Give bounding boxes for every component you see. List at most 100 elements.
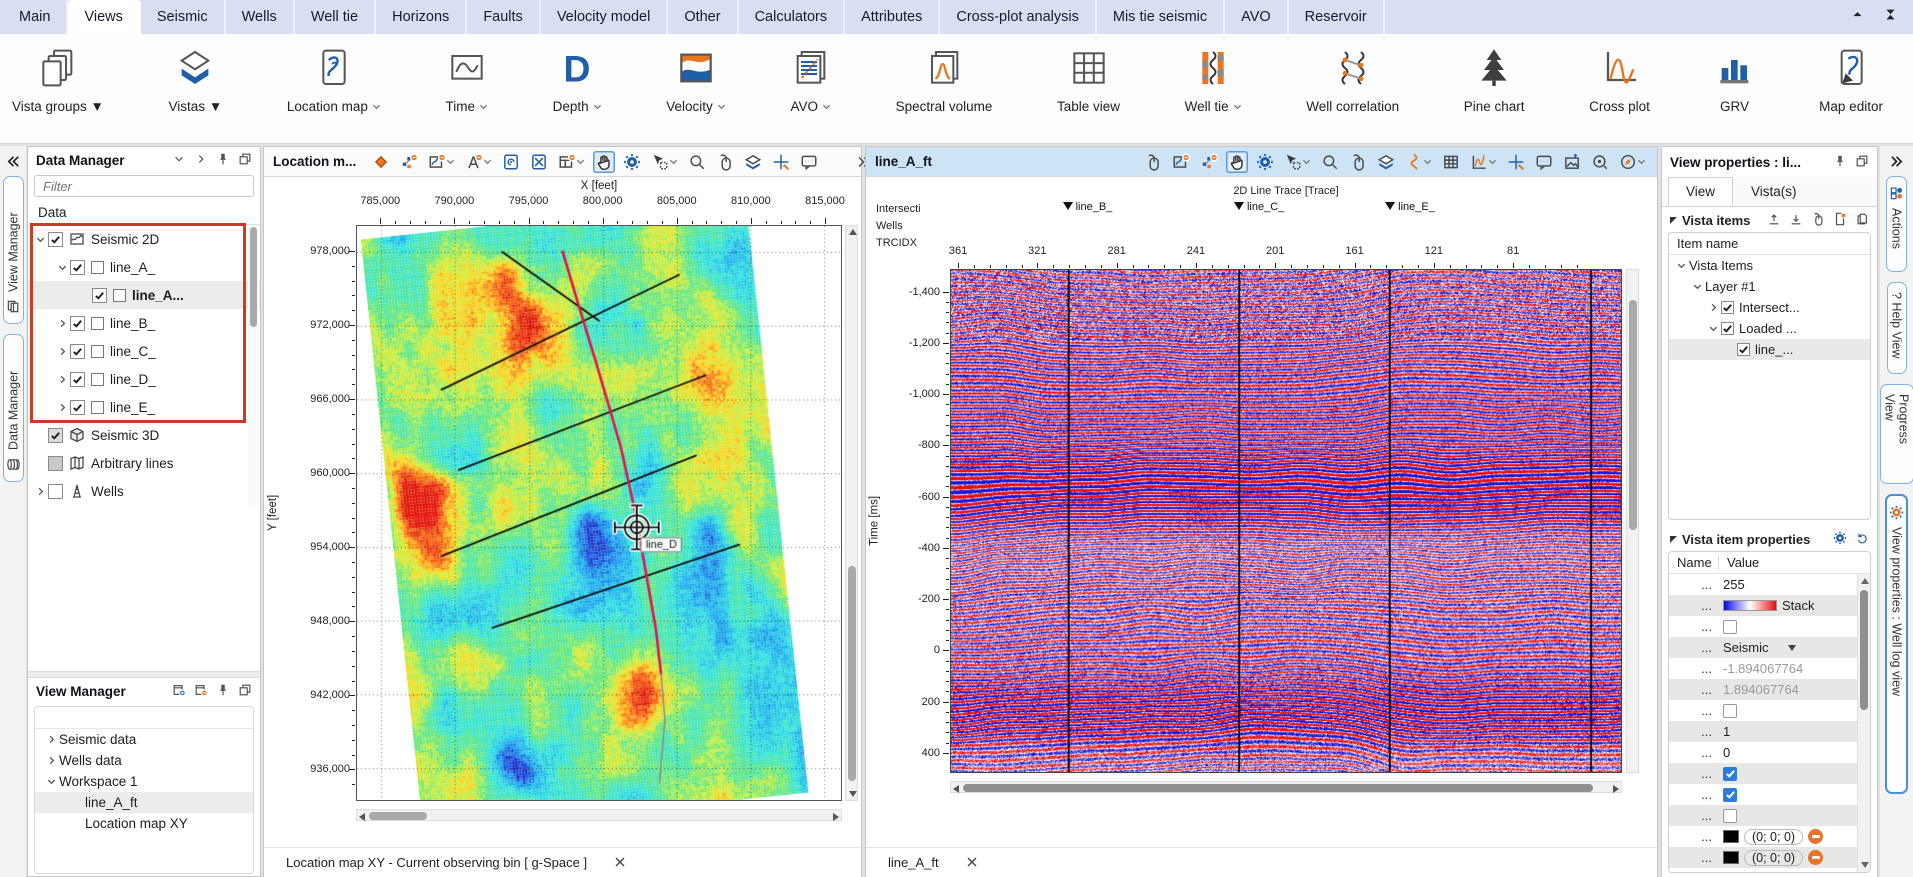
location-map-canvas[interactable]: [357, 226, 841, 800]
property-row[interactable]: ...: [1669, 763, 1857, 784]
property-checkbox[interactable]: [1723, 808, 1737, 823]
right-tab-view-properties-well-log-view[interactable]: View properties : Well log view: [1885, 494, 1908, 794]
panel-splitter[interactable]: [28, 671, 260, 678]
checkbox[interactable]: [48, 455, 63, 471]
expander-closed[interactable]: [54, 343, 70, 359]
expander-closed[interactable]: [54, 315, 70, 331]
scroll-right-icon[interactable]: [1613, 785, 1619, 793]
ribbon-item-spectral-volume[interactable]: Spectral volume: [896, 42, 992, 114]
restore-button[interactable]: [1855, 154, 1869, 171]
crosshair-tool-button[interactable]: [770, 151, 792, 173]
layers-tool-button[interactable]: [742, 151, 764, 173]
property-value[interactable]: [1719, 619, 1857, 634]
vista-tree-item-intersect[interactable]: Intersect...: [1669, 297, 1870, 318]
property-row[interactable]: ... 255: [1669, 574, 1857, 595]
checkbox[interactable]: [70, 259, 85, 275]
dropdown-chevron-icon[interactable]: [822, 99, 831, 114]
seismic-canvas[interactable]: [951, 270, 1621, 772]
scroll-right-icon[interactable]: [833, 813, 839, 821]
menu-tab-calculators[interactable]: Calculators: [738, 0, 846, 34]
mouse-tool-button[interactable]: [714, 151, 736, 173]
settings-gear-button[interactable]: [1833, 531, 1847, 548]
page-new-button[interactable]: [1833, 212, 1847, 229]
color-swatch[interactable]: [91, 344, 104, 358]
tree-row-line-d[interactable]: line_D_: [28, 365, 260, 393]
left-tab-data-manager[interactable]: Data Manager: [2, 334, 24, 482]
vista-tree-item-vista-items[interactable]: Vista Items: [1669, 255, 1870, 276]
dropdown-chevron-icon[interactable]: [479, 99, 488, 114]
expander-open[interactable]: [32, 231, 48, 247]
checkbox[interactable]: [70, 399, 85, 415]
comment-tool-button[interactable]: [1533, 151, 1555, 173]
filter-input[interactable]: [34, 175, 254, 197]
record-button[interactable]: [1589, 151, 1611, 173]
scroll-up-icon[interactable]: [1861, 578, 1869, 584]
menu-tab-attributes[interactable]: Attributes: [845, 0, 941, 34]
ribbon-item-well-tie[interactable]: Well tie: [1185, 42, 1242, 114]
right-tab--help-view[interactable]: ? Help View: [1886, 282, 1907, 374]
dropdown-chevron-icon[interactable]: [576, 153, 585, 171]
dropdown-arrow-icon[interactable]: [1787, 644, 1796, 651]
color-swatch[interactable]: [91, 260, 104, 274]
color-swatch[interactable]: [91, 400, 104, 414]
map-snapshot-button[interactable]: [500, 151, 522, 173]
restore-button[interactable]: [238, 152, 252, 169]
dropdown-chevron-icon[interactable]: [1233, 99, 1242, 114]
view-manager-item-location-map-xy[interactable]: Location map XY: [35, 813, 253, 834]
property-row[interactable]: ...: [1669, 700, 1857, 721]
menu-tab-faults[interactable]: Faults: [467, 0, 541, 34]
expander-closed[interactable]: [43, 732, 59, 748]
property-row[interactable]: ... (0; 0; 0): [1669, 826, 1857, 847]
checkbox[interactable]: [92, 287, 107, 303]
dropdown-chevron-icon[interactable]: [372, 99, 381, 114]
tree-row-wells[interactable]: Wells: [28, 477, 260, 505]
map-h-scroll-thumb[interactable]: [369, 812, 427, 820]
expander-open[interactable]: [43, 774, 59, 790]
color-swatch[interactable]: [1723, 830, 1739, 843]
export-up-button[interactable]: [1767, 212, 1781, 229]
properties-tab-view[interactable]: View: [1668, 177, 1734, 206]
property-value[interactable]: [1719, 787, 1857, 802]
close-icon[interactable]: [615, 855, 625, 870]
angle-export-button[interactable]: [463, 151, 494, 173]
property-value[interactable]: [1719, 766, 1857, 781]
map-clear-button[interactable]: [528, 151, 550, 173]
expander-closed[interactable]: [32, 483, 48, 499]
view-manager-item-workspace-1[interactable]: Workspace 1: [35, 771, 253, 792]
expander-closed[interactable]: [1705, 300, 1721, 316]
collapse-left-icon[interactable]: [3, 151, 23, 171]
window-minus-button[interactable]: [194, 683, 208, 700]
menu-tab-mis-tie-seismic[interactable]: Mis tie seismic: [1096, 0, 1226, 34]
seismic-h-scrollbar[interactable]: [950, 781, 1622, 793]
dropdown-chevron-icon[interactable]: [1637, 153, 1646, 171]
ribbon-pin-icon[interactable]: [1884, 8, 1897, 26]
hand-tool-button[interactable]: [1226, 150, 1248, 173]
data-tree-scroll-thumb[interactable]: [250, 227, 257, 327]
seismic-h-scroll-thumb[interactable]: [963, 784, 1593, 792]
chart-export-button[interactable]: [426, 151, 457, 173]
ribbon-item-avo[interactable]: AVO: [790, 42, 831, 114]
scroll-left-icon[interactable]: [953, 785, 959, 793]
line-marker-line-b[interactable]: line_B_: [1062, 201, 1112, 213]
ribbon-item-depth[interactable]: D Depth: [553, 42, 602, 114]
property-checkbox[interactable]: [1723, 787, 1737, 802]
checkbox[interactable]: [1721, 301, 1734, 314]
chart-export-button[interactable]: [1170, 151, 1192, 173]
tree-row-line-a[interactable]: line_A_: [28, 253, 260, 281]
restore-button[interactable]: [238, 683, 252, 700]
select-tool-button[interactable]: [649, 151, 680, 173]
checkbox[interactable]: [48, 231, 63, 247]
property-value[interactable]: (0; 0; 0): [1719, 828, 1857, 845]
menu-tab-views[interactable]: Views: [68, 0, 141, 34]
wiggle-display-button[interactable]: [1403, 151, 1434, 173]
diamond-tool-button[interactable]: [370, 151, 392, 173]
expander-open[interactable]: [54, 259, 70, 275]
checkbox[interactable]: [70, 371, 85, 387]
menu-tab-cross-plot-analysis[interactable]: Cross-plot analysis: [940, 0, 1097, 34]
ribbon-item-velocity[interactable]: Velocity: [666, 42, 726, 114]
checkbox[interactable]: [70, 343, 85, 359]
pin-button[interactable]: [1833, 154, 1847, 171]
property-row[interactable]: ... (0; 0; 0): [1669, 847, 1857, 868]
page-copy-button[interactable]: [1855, 212, 1869, 229]
tree-row-seismic-3d[interactable]: Seismic 3D: [28, 421, 260, 449]
